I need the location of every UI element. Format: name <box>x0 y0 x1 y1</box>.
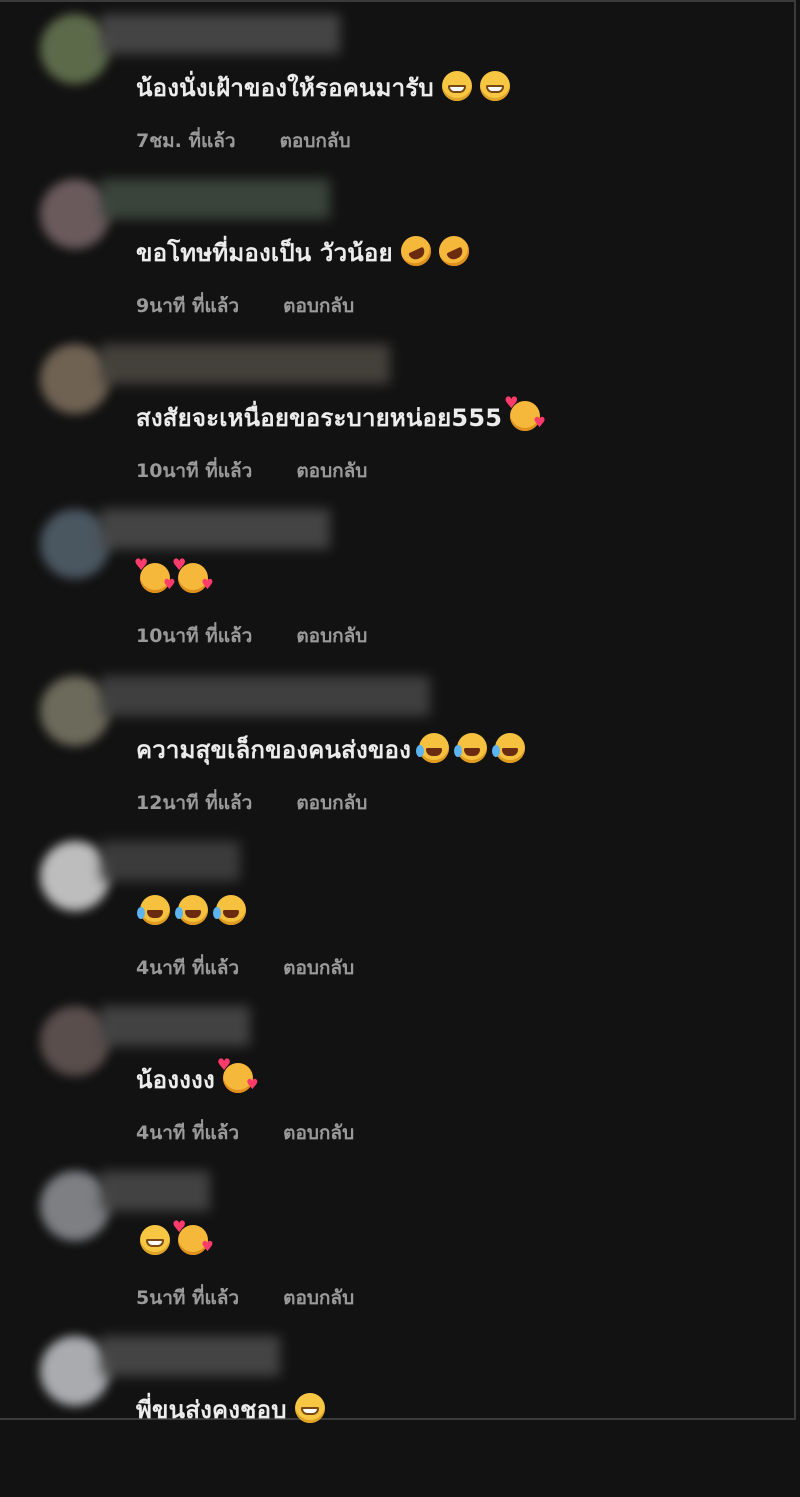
comment-meta: 10นาที ที่แล้ว ตอบกลับ <box>136 621 367 651</box>
love-emoji-icon <box>172 555 214 593</box>
grin-emoji-icon <box>441 71 472 101</box>
comment-item: ขอโทษที่มองเป็น วัวน้อย 9นาที ที่แล้ว ตอบก… <box>0 175 780 340</box>
commenter-name-blurred[interactable] <box>100 509 330 549</box>
comment-meta: 10นาที ที่แล้ว ตอบกลับ <box>136 456 367 486</box>
comment-timestamp: 10นาที ที่แล้ว <box>136 625 253 647</box>
comment-meta: 7ชม. ที่แล้ว ตอบกลับ <box>136 126 351 156</box>
comment-text-content: น้องนั่งเฝ้าของให้รอคนมารับ <box>136 74 434 102</box>
joy-emoji-icon <box>492 733 526 763</box>
comment-text-content: พี่ขนส่งคงชอบ <box>136 1396 287 1424</box>
reply-button[interactable]: ตอบกลับ <box>283 1287 354 1309</box>
comment-timestamp: 7ชม. ที่แล้ว <box>136 130 236 152</box>
commenter-name-blurred[interactable] <box>100 676 430 716</box>
comment-item: น้องงงง 4นาที ที่แล้ว ตอบกลับ <box>0 1002 780 1167</box>
comment-item: 5นาที ที่แล้ว ตอบกลับ <box>0 1167 780 1332</box>
joy-emoji-icon <box>137 895 170 925</box>
comment-item: พี่ขนส่งคงชอบ <box>0 1332 780 1497</box>
comment-timestamp: 4นาที ที่แล้ว <box>136 1122 240 1144</box>
commenter-name-blurred[interactable] <box>100 1171 210 1211</box>
joy-emoji-icon <box>175 895 208 925</box>
love-emoji-icon <box>172 1217 214 1255</box>
commenter-name-blurred[interactable] <box>100 1006 250 1046</box>
comment-text: ขอโทษที่มองเป็น วัวน้อย <box>136 231 474 272</box>
comment-item: ความสุขเล็กของคนส่งของ 12นาที ที่แล้ว ตอบก… <box>0 672 780 837</box>
comment-item: สงสัยจะเหนื่อยขอระบายหน่อย555 10นาที ที่แ… <box>0 340 780 505</box>
comment-meta: 9นาที ที่แล้ว ตอบกลับ <box>136 291 354 321</box>
joy-emoji-icon <box>454 733 488 763</box>
grin-emoji-icon <box>479 71 510 101</box>
comment-meta: 4นาที ที่แล้ว ตอบกลับ <box>136 953 354 983</box>
love-emoji-icon <box>134 555 176 593</box>
comment-text <box>134 555 214 594</box>
commenter-name-blurred[interactable] <box>100 841 240 881</box>
comment-timestamp: 10นาที ที่แล้ว <box>136 460 253 482</box>
reply-button[interactable]: ตอบกลับ <box>283 1122 354 1144</box>
commenter-name-blurred[interactable] <box>100 1336 280 1376</box>
grin-emoji-icon <box>140 1225 170 1255</box>
rofl-emoji-icon <box>395 231 436 271</box>
comment-timestamp: 4นาที ที่แล้ว <box>136 957 240 979</box>
joy-emoji-icon <box>416 733 450 763</box>
comment-text: ความสุขเล็กของคนส่งของ <box>136 730 526 769</box>
comment-text: น้องงงง <box>136 1055 259 1099</box>
comment-text <box>136 1217 214 1256</box>
rofl-emoji-icon <box>433 231 474 271</box>
reply-button[interactable]: ตอบกลับ <box>296 792 367 814</box>
comment-timestamp: 12นาที ที่แล้ว <box>136 792 253 814</box>
commenter-name-blurred[interactable] <box>100 14 340 54</box>
comment-text: น้องนั่งเฝ้าของให้รอคนมารับ <box>136 68 510 107</box>
commenter-name-blurred[interactable] <box>100 344 390 384</box>
comment-meta: 12นาที ที่แล้ว ตอบกลับ <box>136 788 367 818</box>
comment-text-content: น้องงงง <box>136 1066 215 1094</box>
love-emoji-icon <box>504 393 546 431</box>
comment-timestamp: 9นาที ที่แล้ว <box>136 295 240 317</box>
comment-item: น้องนั่งเฝ้าของให้รอคนมารับ 7ชม. ที่แล้ว ต… <box>0 10 780 175</box>
reply-button[interactable]: ตอบกลับ <box>283 957 354 979</box>
reply-button[interactable]: ตอบกลับ <box>296 625 367 647</box>
commenter-name-blurred[interactable] <box>100 179 330 219</box>
comment-timestamp: 5นาที ที่แล้ว <box>136 1287 240 1309</box>
love-emoji-icon <box>217 1055 259 1093</box>
comment-text-content: ขอโทษที่มองเป็น วัวน้อย <box>136 239 393 267</box>
comment-text-content: ความสุขเล็กของคนส่งของ <box>136 736 412 764</box>
comment-item: 4นาที ที่แล้ว ตอบกลับ <box>0 837 780 1002</box>
comment-text: พี่ขนส่งคงชอบ <box>136 1390 325 1429</box>
comment-meta: 5นาที ที่แล้ว ตอบกลับ <box>136 1283 354 1313</box>
comment-text <box>136 895 246 926</box>
comment-meta: 4นาที ที่แล้ว ตอบกลับ <box>136 1118 354 1148</box>
reply-button[interactable]: ตอบกลับ <box>296 460 367 482</box>
comment-item: 10นาที ที่แล้ว ตอบกลับ <box>0 505 780 670</box>
comment-text: สงสัยจะเหนื่อยขอระบายหน่อย555 <box>136 393 546 437</box>
reply-button[interactable]: ตอบกลับ <box>280 130 351 152</box>
joy-emoji-icon <box>213 895 246 925</box>
comment-text-content: สงสัยจะเหนื่อยขอระบายหน่อย555 <box>136 404 503 432</box>
grin-emoji-icon <box>294 1393 325 1423</box>
reply-button[interactable]: ตอบกลับ <box>283 295 354 317</box>
